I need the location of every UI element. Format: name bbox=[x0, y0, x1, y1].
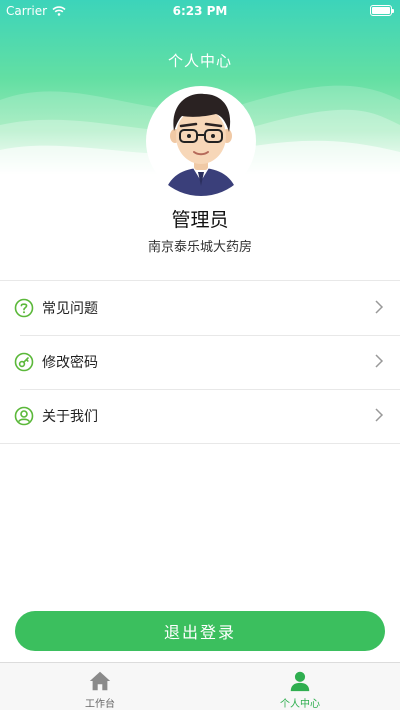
user-organization: 南京泰乐城大药房 bbox=[147, 240, 252, 255]
menu-item-label: 常见问题 bbox=[42, 301, 98, 317]
settings-menu: 常见问题 修改密码 关于我们 bbox=[0, 280, 400, 444]
chevron-right-icon bbox=[375, 354, 384, 368]
menu-item-label: 修改密码 bbox=[42, 355, 98, 371]
battery-icon bbox=[370, 5, 394, 16]
tab-workbench[interactable]: 工作台 bbox=[0, 663, 200, 710]
menu-item-faq[interactable]: 常见问题 bbox=[0, 281, 400, 335]
tab-personal-center[interactable]: 个人中心 bbox=[200, 663, 400, 710]
status-bar: Carrier 6:23 PM bbox=[0, 0, 400, 22]
menu-item-label: 关于我们 bbox=[42, 409, 98, 425]
cartoon-man-avatar-icon bbox=[164, 93, 238, 196]
tab-label: 工作台 bbox=[85, 699, 115, 710]
avatar[interactable] bbox=[146, 86, 256, 196]
menu-item-change-password[interactable]: 修改密码 bbox=[0, 335, 400, 389]
tab-bar: 工作台 个人中心 bbox=[0, 662, 400, 710]
page-title: 个人中心 bbox=[167, 52, 232, 70]
home-icon bbox=[89, 671, 111, 691]
clock: 6:23 PM bbox=[172, 4, 228, 18]
key-circle-icon bbox=[14, 352, 34, 372]
question-circle-icon bbox=[14, 298, 34, 318]
tab-label: 个人中心 bbox=[280, 699, 320, 710]
logout-button[interactable]: 退出登录 bbox=[15, 611, 385, 651]
menu-item-about-us[interactable]: 关于我们 bbox=[0, 389, 400, 443]
user-circle-icon bbox=[14, 406, 34, 426]
user-name: 管理员 bbox=[171, 209, 229, 231]
chevron-right-icon bbox=[375, 408, 384, 422]
person-icon bbox=[290, 671, 310, 692]
chevron-right-icon bbox=[375, 300, 384, 314]
